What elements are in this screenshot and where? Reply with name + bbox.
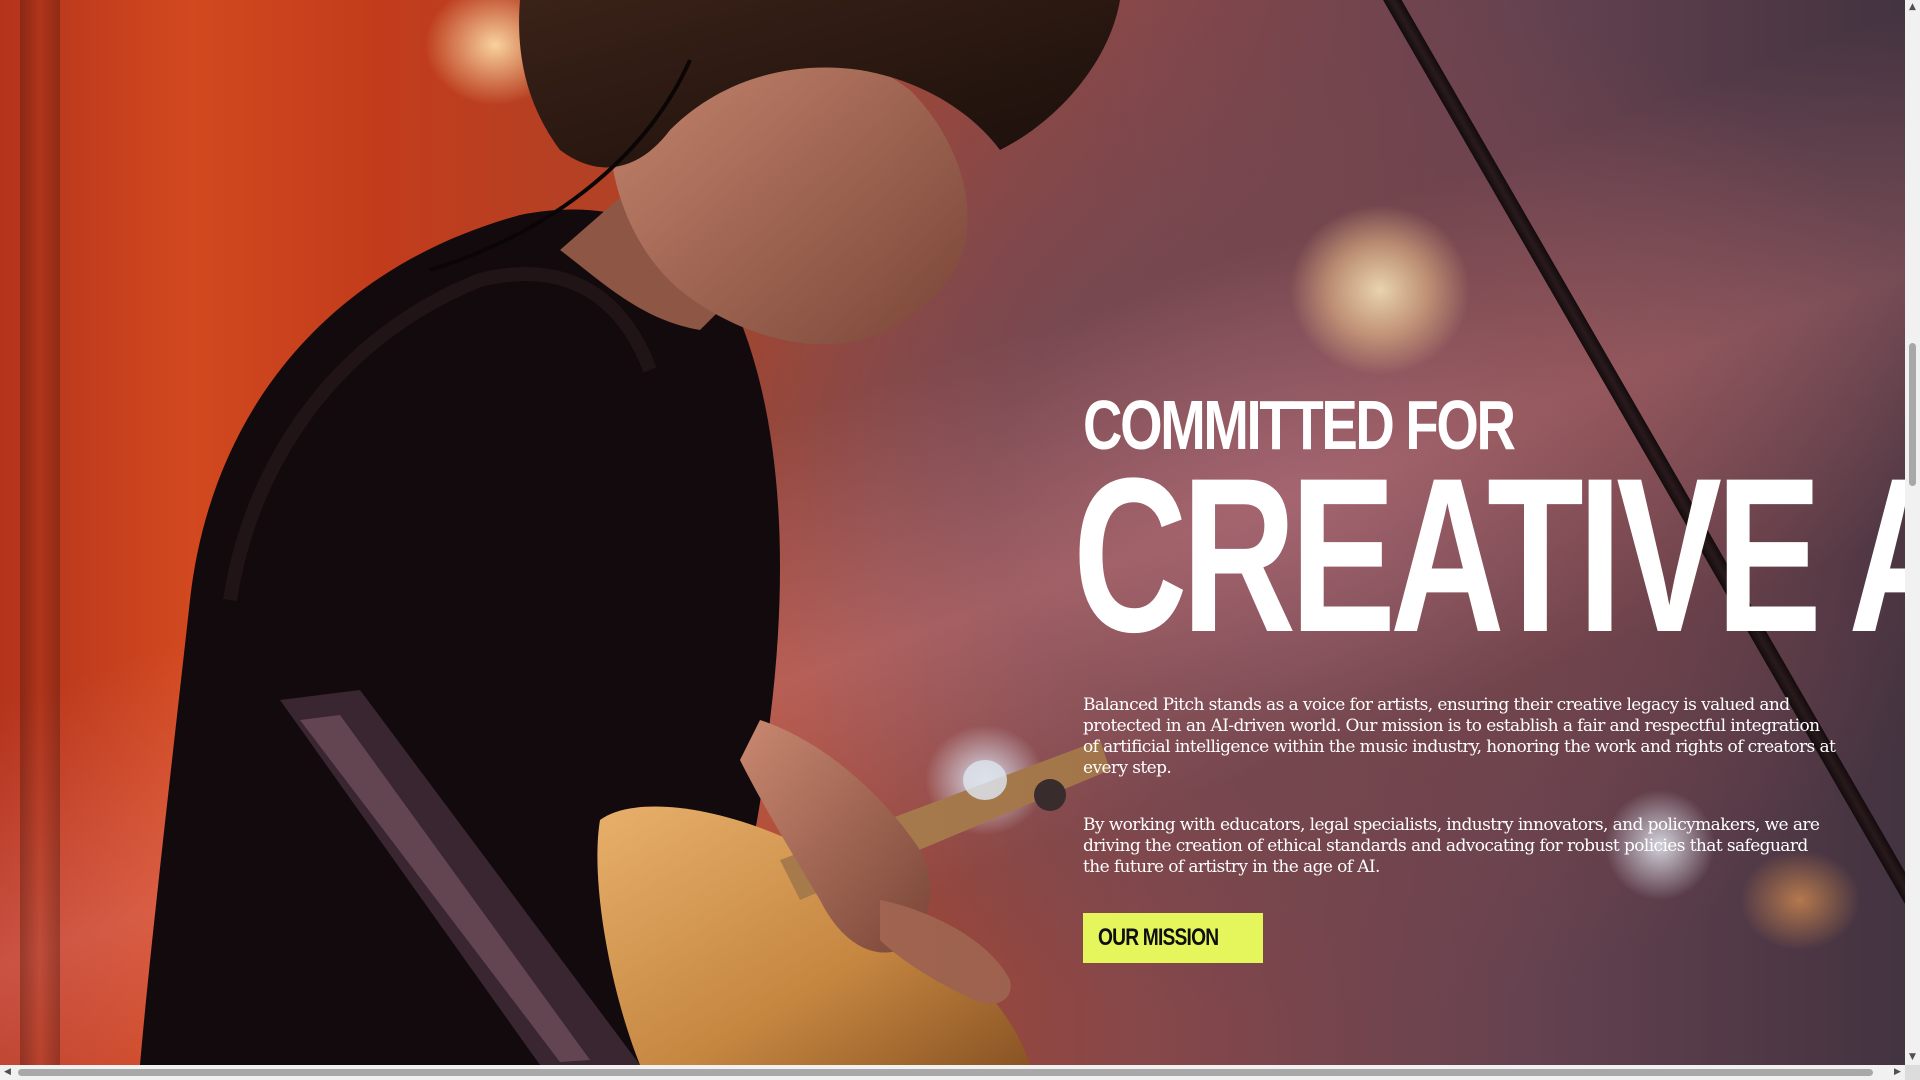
scroll-down-icon[interactable]: ▼ bbox=[1905, 1050, 1920, 1065]
scroll-left-icon[interactable]: ◀ bbox=[0, 1065, 15, 1080]
hero-content: COMMITTED FOR CREATIVE AI Balanced Pitch… bbox=[1073, 390, 1905, 963]
our-mission-button-label: OUR MISSION bbox=[1098, 924, 1219, 951]
hero-paragraph-partners: By working with educators, legal special… bbox=[1083, 815, 1820, 877]
hero-paragraph-mission: Balanced Pitch stands as a voice for art… bbox=[1083, 695, 1836, 778]
horizontal-scrollbar[interactable]: ◀ ▶ bbox=[0, 1065, 1905, 1080]
vertical-scroll-thumb[interactable] bbox=[1909, 343, 1916, 486]
our-mission-button[interactable]: OUR MISSION bbox=[1083, 913, 1264, 963]
scrollbar-corner bbox=[1905, 1065, 1920, 1080]
hero-section: COMMITTED FOR CREATIVE AI Balanced Pitch… bbox=[0, 0, 1905, 1065]
hero-headline: CREATIVE AI bbox=[1073, 432, 1905, 678]
scroll-up-icon[interactable]: ▲ bbox=[1905, 0, 1920, 15]
scroll-right-icon[interactable]: ▶ bbox=[1890, 1065, 1905, 1080]
horizontal-scroll-thumb[interactable] bbox=[18, 1069, 1873, 1076]
vertical-scrollbar[interactable]: ▲ ▼ bbox=[1905, 0, 1920, 1065]
